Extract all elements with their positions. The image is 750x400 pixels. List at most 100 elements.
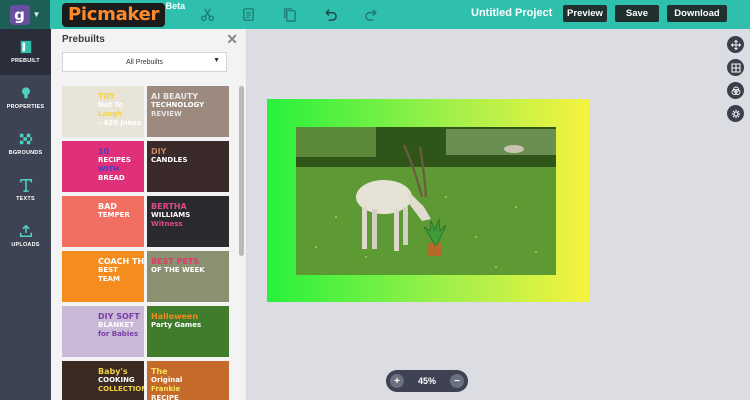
- thumbnail-caption: The Original Frankie RECIPE: [151, 367, 182, 400]
- prebuilt-thumbnail[interactable]: The Original Frankie RECIPE: [147, 361, 229, 400]
- duplicate-icon[interactable]: [269, 0, 310, 29]
- sidebar-item-label: PREBUILT: [11, 58, 40, 64]
- sidebar-item-bgrounds[interactable]: BGROUNDS: [0, 121, 51, 167]
- dropdown-value: All Prebuilts: [126, 58, 163, 66]
- sidebar-item-properties[interactable]: PROPERTIES: [0, 75, 51, 121]
- thumbnail-caption-line: OF THE WEEK: [151, 266, 205, 274]
- thumbnail-caption-line: CANDLES: [151, 156, 188, 164]
- thumbnail-caption: BAD TEMPER: [98, 202, 130, 220]
- thumbnail-caption-line: BEST PETS: [151, 257, 200, 266]
- copy-icon[interactable]: [228, 0, 269, 29]
- grid-icon[interactable]: [727, 59, 744, 76]
- thumbnail-caption-line: AI BEAUTY: [151, 92, 199, 101]
- antelope-photo[interactable]: [296, 127, 556, 275]
- move-icon[interactable]: [727, 36, 744, 53]
- thumbnail-caption-line: TEMPER: [98, 211, 130, 219]
- panel-title: Prebuilts: [62, 34, 105, 45]
- zoom-level: 45%: [417, 376, 436, 386]
- thumbnail-caption-line: WILLIAMS: [151, 211, 191, 219]
- thumbnail-caption-line: Frankie: [151, 385, 181, 393]
- thumbnail-caption-line: DIY: [151, 147, 167, 156]
- edit-toolbar: [187, 0, 392, 29]
- close-icon[interactable]: ✕: [226, 31, 238, 48]
- thumbnail-caption-line: WITH: [98, 165, 119, 173]
- thumbnail-caption-line: The: [151, 367, 168, 376]
- category-dropdown[interactable]: All Prebuilts ▼: [62, 52, 227, 72]
- panel-scrollbar[interactable]: [239, 86, 244, 256]
- thumbnail-caption-line: COOKING: [98, 376, 135, 384]
- scissors-icon[interactable]: [187, 0, 228, 29]
- prebuilt-thumbnail[interactable]: AI BEAUTY TECHNOLOGY REVIEW: [147, 86, 229, 137]
- upload-icon: [19, 224, 32, 238]
- thumbnail-caption-line: Not To: [98, 101, 124, 109]
- thumbnail-caption-line: RECIPES: [98, 156, 131, 164]
- sidebar-item-label: PROPERTIES: [6, 104, 45, 110]
- sidebar-item-label: UPLOADS: [11, 242, 40, 248]
- beta-badge: Beta: [165, 0, 186, 11]
- sidebar-item-label: BGROUNDS: [8, 150, 43, 156]
- canvas-area: [247, 29, 750, 400]
- prebuilt-thumbnail[interactable]: BEST PETS OF THE WEEK: [147, 251, 229, 302]
- logo-text: Picmaker: [62, 2, 166, 27]
- thumbnail-caption: BEST PETS OF THE WEEK: [151, 257, 205, 275]
- download-button[interactable]: Download: [667, 5, 727, 22]
- top-bar: g ▼ Picmaker Beta Untitled Project Previ…: [0, 0, 750, 29]
- prebuilt-thumbnail[interactable]: Halloween Party Games: [147, 306, 229, 357]
- thumbnail-caption-line: Party Games: [151, 321, 202, 329]
- thumbnail-caption-line: TECHNOLOGY: [151, 101, 205, 109]
- prebuilt-thumbnail[interactable]: BERTHA WILLIAMS Witness: [147, 196, 229, 247]
- zoom-control: + 45% −: [386, 370, 468, 392]
- prebuilt-icon: [20, 40, 31, 54]
- thumbnail-caption: DIY CANDLES: [151, 147, 188, 165]
- design-canvas[interactable]: [267, 99, 589, 302]
- thumbnail-caption-line: BEST: [98, 266, 118, 274]
- checker-icon: [19, 133, 32, 145]
- app-icon: g: [9, 4, 30, 25]
- prebuilt-thumbnail[interactable]: DIY CANDLES: [147, 141, 229, 192]
- prebuilt-thumbnail[interactable]: Baby's COOKING COLLECTION: [62, 361, 144, 400]
- thumbnail-caption-line: Laugh: [98, 110, 123, 118]
- prebuilt-thumbnail[interactable]: COACH THEBESTTEAM: [62, 251, 144, 302]
- zoom-in-button[interactable]: +: [390, 374, 404, 388]
- thumbnail-caption: Halloween Party Games: [151, 312, 201, 330]
- thumbnail-caption-line: 10: [98, 147, 110, 156]
- thumbnail-caption-line: BAD: [98, 202, 117, 211]
- zoom-out-button[interactable]: −: [449, 374, 464, 388]
- redo-icon[interactable]: [351, 0, 392, 29]
- prebuilt-thumbnail[interactable]: BAD TEMPER: [62, 196, 144, 247]
- thumbnail-caption-line: RECIPE: [151, 394, 179, 400]
- canvas-tools: [727, 36, 744, 122]
- save-button[interactable]: Save: [615, 5, 659, 22]
- settings-icon[interactable]: [727, 105, 744, 122]
- thumbnail-caption-line: TRY: [98, 92, 115, 101]
- prebuilt-thumbnail[interactable]: TRY Not To Laugh - 420 Jokes: [62, 86, 144, 137]
- thumbnail-caption: BERTHA WILLIAMS Witness: [151, 202, 190, 229]
- thumbnail-caption-line: Original: [151, 376, 183, 384]
- prebuilt-thumbnail[interactable]: DIY SOFT BLANKET for Babies: [62, 306, 144, 357]
- thumbnail-caption-line: REVIEW: [151, 110, 182, 118]
- thumbnail-caption: DIY SOFT BLANKET for Babies: [98, 312, 140, 339]
- thumbnail-caption-line: Baby's: [98, 367, 128, 376]
- bulb-icon: [21, 87, 30, 99]
- sidebar-item-texts[interactable]: TEXTS: [0, 167, 51, 213]
- thumbnail-caption: COACH THEBESTTEAM: [98, 257, 144, 284]
- sidebar-item-prebuilt[interactable]: PREBUILT: [0, 29, 51, 75]
- text-icon: [19, 178, 32, 192]
- preview-button[interactable]: Preview: [563, 5, 607, 22]
- thumbnail-caption-line: BERTHA: [151, 202, 187, 211]
- left-sidebar: PREBUILT PROPERTIES BGROUNDS TEXTS UPLOA…: [0, 29, 51, 400]
- photo-scene: [296, 127, 556, 275]
- thumbnail-caption: AI BEAUTY TECHNOLOGY REVIEW: [151, 92, 204, 119]
- thumbnail-caption: 10 RECIPES WITH BREAD: [98, 147, 131, 183]
- undo-icon[interactable]: [310, 0, 351, 29]
- thumbnail-caption-line: - 420 Jokes: [98, 119, 142, 127]
- prebuilt-thumbnail[interactable]: 10 RECIPES WITH BREAD: [62, 141, 144, 192]
- chevron-down-icon: ▼: [213, 57, 220, 64]
- sidebar-item-label: TEXTS: [16, 196, 35, 202]
- app-menu-button[interactable]: g ▼: [0, 0, 50, 29]
- layers-icon[interactable]: [727, 82, 744, 99]
- sidebar-item-uploads[interactable]: UPLOADS: [0, 213, 51, 259]
- logo: Picmaker Beta: [62, 1, 185, 27]
- project-title[interactable]: Untitled Project: [471, 7, 552, 19]
- thumbnail-caption-line: for Babies: [98, 330, 139, 338]
